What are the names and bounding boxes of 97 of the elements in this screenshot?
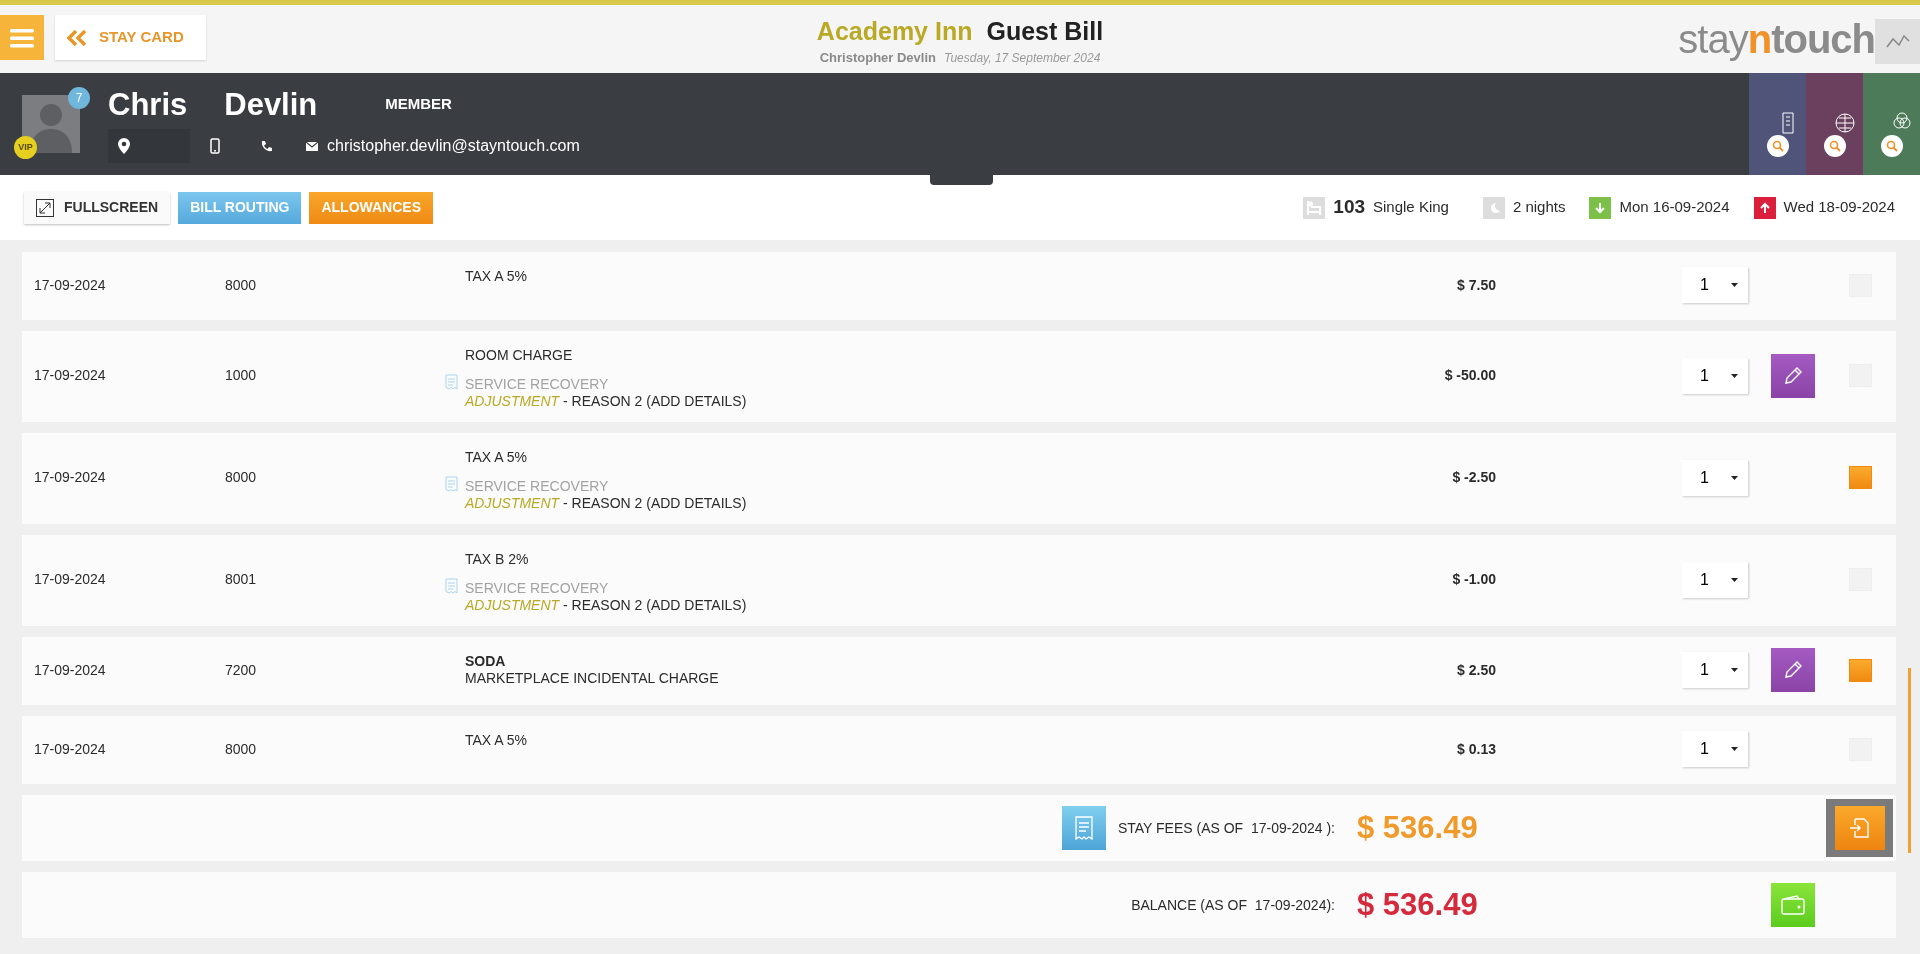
quantity-dropdown[interactable]: 1 bbox=[1682, 267, 1748, 303]
charge-code: 8001 bbox=[225, 570, 258, 589]
double-chevron-icon bbox=[67, 29, 87, 46]
charge-title: TAX B 2% bbox=[465, 551, 530, 568]
charge-code: 1000 bbox=[225, 366, 258, 385]
charge-amount: $ -1.00 bbox=[1451, 570, 1496, 589]
arrow-down-icon bbox=[1593, 200, 1608, 215]
brand-logo: stayntouch bbox=[1678, 19, 1875, 63]
departure-date: Wed 18-09-2024 bbox=[1783, 197, 1895, 218]
charge-date: 17-09-2024 bbox=[34, 366, 107, 385]
first-name: Chris bbox=[108, 89, 188, 120]
drawer-handle[interactable] bbox=[930, 175, 993, 185]
adjustment-note: ADJUSTMENT - REASON 2 (ADD DETAILS) bbox=[465, 393, 748, 410]
nights-count: 2 nights bbox=[1512, 197, 1566, 218]
charge-reason: SERVICE RECOVERY bbox=[465, 376, 610, 393]
export-button[interactable] bbox=[1826, 799, 1893, 857]
fullscreen-button[interactable]: FULLSCREEN bbox=[24, 191, 171, 224]
email-address: christopher.devlin@stayntouch.com bbox=[327, 136, 580, 156]
quantity-dropdown[interactable]: 1 bbox=[1682, 459, 1748, 496]
notification-badge: 7 bbox=[68, 87, 90, 109]
edit-button[interactable] bbox=[1771, 648, 1815, 692]
expand-icon bbox=[36, 198, 54, 217]
edit-button[interactable] bbox=[1771, 353, 1815, 398]
building-button[interactable] bbox=[1749, 73, 1806, 175]
vip-badge: VIP bbox=[14, 136, 37, 159]
document-arrow-icon bbox=[1848, 817, 1871, 839]
guest-name: Christopher Devlin bbox=[819, 49, 936, 65]
circles-button[interactable] bbox=[1863, 73, 1920, 175]
charge-amount: $ 2.50 bbox=[1456, 660, 1496, 680]
hotel-name: Academy Inn bbox=[816, 17, 973, 45]
scrollbar-thumb[interactable] bbox=[1908, 668, 1911, 853]
charge-reason: SERVICE RECOVERY bbox=[465, 478, 610, 495]
charge-amount: $ 7.50 bbox=[1456, 275, 1496, 295]
stay-fees-label: STAY FEES (AS OF 17-09-2024 ): bbox=[1117, 818, 1335, 838]
caret-icon bbox=[1731, 475, 1738, 480]
charge-amount: $ 0.13 bbox=[1456, 739, 1496, 759]
phone-icon[interactable] bbox=[260, 140, 272, 152]
stay-fees-amount: $ 536.49 bbox=[1357, 808, 1479, 847]
charge-amount: $ -2.50 bbox=[1451, 468, 1496, 487]
charge-date: 17-09-2024 bbox=[34, 739, 107, 759]
charge-amount: $ -50.00 bbox=[1443, 366, 1496, 385]
select-checkbox[interactable] bbox=[1849, 658, 1872, 682]
caret-icon bbox=[1731, 668, 1738, 672]
search-icon bbox=[1886, 140, 1898, 152]
charge-reason: SERVICE RECOVERY bbox=[465, 580, 610, 597]
globe-button[interactable] bbox=[1806, 73, 1863, 175]
receipt-button[interactable] bbox=[1061, 806, 1106, 850]
charge-date: 17-09-2024 bbox=[34, 275, 107, 295]
page-title: Guest Bill bbox=[986, 17, 1104, 45]
menu-icon bbox=[10, 27, 34, 48]
adjustment-note: ADJUSTMENT - REASON 2 (ADD DETAILS) bbox=[465, 597, 748, 614]
membership-label: MEMBER bbox=[385, 94, 452, 115]
caret-icon bbox=[1731, 283, 1738, 287]
search-icon bbox=[1829, 140, 1841, 152]
charge-date: 17-09-2024 bbox=[34, 570, 107, 589]
wallet-button[interactable] bbox=[1771, 883, 1815, 927]
mobile-icon[interactable] bbox=[210, 138, 220, 154]
charge-title: TAX A 5% bbox=[465, 732, 528, 749]
quantity-dropdown[interactable]: 1 bbox=[1682, 652, 1748, 688]
pencil-icon bbox=[1782, 364, 1804, 387]
mail-icon bbox=[306, 141, 318, 151]
charge-code: 8000 bbox=[225, 468, 258, 487]
arrival-date: Mon 16-09-2024 bbox=[1619, 197, 1730, 218]
bed-icon bbox=[1307, 200, 1322, 215]
receipt-icon bbox=[1073, 816, 1094, 840]
quantity-dropdown[interactable]: 1 bbox=[1682, 357, 1748, 394]
charge-title: ROOM CHARGE bbox=[465, 347, 574, 364]
caret-icon bbox=[1731, 373, 1738, 378]
pencil-icon bbox=[1782, 659, 1804, 681]
wallet-icon bbox=[1781, 895, 1805, 915]
search-icon bbox=[1772, 140, 1784, 152]
activity-icon bbox=[1885, 33, 1910, 50]
caret-icon bbox=[1731, 577, 1738, 582]
last-name: Devlin bbox=[224, 89, 318, 120]
charge-title: TAX A 5% bbox=[465, 268, 528, 285]
activity-button[interactable] bbox=[1875, 19, 1920, 64]
charge-code: 8000 bbox=[225, 275, 258, 295]
charge-code: 7200 bbox=[225, 660, 258, 680]
caret-icon bbox=[1731, 747, 1738, 751]
balance-amount: $ 536.49 bbox=[1357, 885, 1479, 924]
location-field[interactable] bbox=[108, 129, 190, 163]
quantity-dropdown[interactable]: 1 bbox=[1682, 561, 1748, 598]
select-checkbox[interactable] bbox=[1849, 466, 1872, 489]
balance-label: BALANCE (AS OF 17-09-2024): bbox=[1131, 895, 1335, 915]
charge-date: 17-09-2024 bbox=[34, 660, 107, 680]
location-pin-icon bbox=[118, 138, 130, 154]
charge-date: 17-09-2024 bbox=[34, 468, 107, 487]
charge-title: SODA bbox=[465, 653, 507, 670]
quantity-dropdown[interactable]: 1 bbox=[1682, 731, 1748, 767]
bill-date: Tuesday, 17 September 2024 bbox=[944, 50, 1101, 65]
charge-description: MARKETPLACE INCIDENTAL CHARGE bbox=[465, 670, 720, 687]
room-number: 103 bbox=[1333, 195, 1365, 220]
charge-title: TAX A 5% bbox=[465, 449, 528, 466]
adjustment-note: ADJUSTMENT - REASON 2 (ADD DETAILS) bbox=[465, 495, 748, 512]
menu-button[interactable] bbox=[0, 15, 44, 60]
charge-code: 8000 bbox=[225, 739, 258, 759]
room-type: Single King bbox=[1373, 197, 1449, 218]
